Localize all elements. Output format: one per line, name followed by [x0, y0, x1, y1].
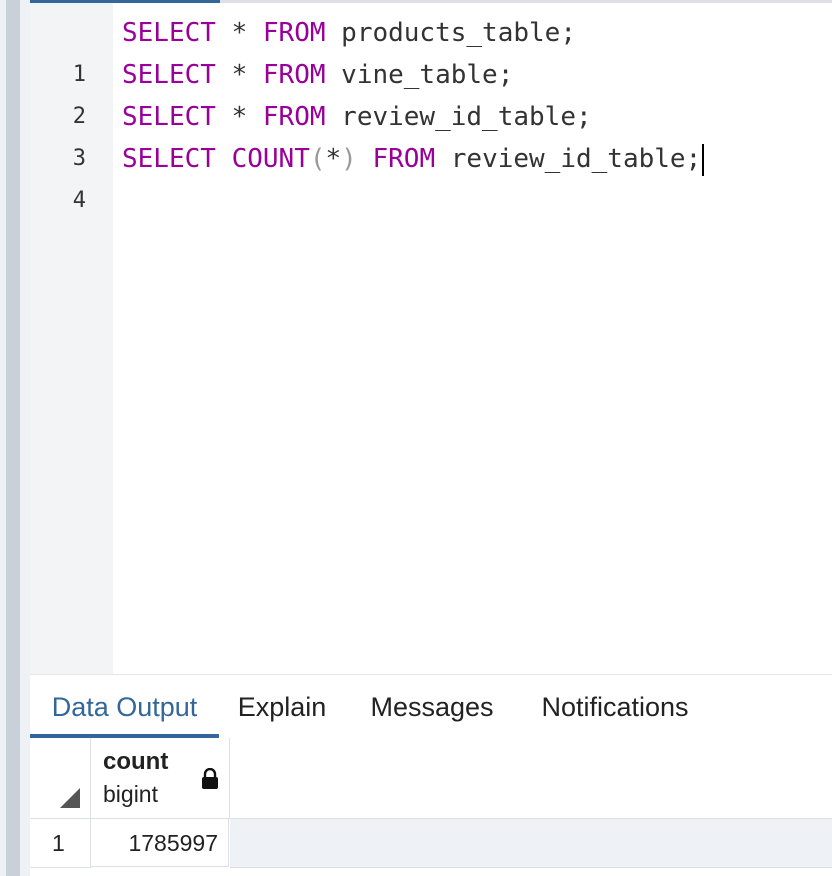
keyword-select: SELECT: [122, 60, 216, 90]
row-number[interactable]: 1: [30, 819, 91, 868]
line-number: 4: [72, 188, 86, 213]
tab-data-output[interactable]: Data Output: [30, 675, 219, 739]
star-operator: *: [325, 144, 342, 174]
left-paren: (: [309, 144, 326, 174]
text-cursor: [702, 143, 705, 176]
keyword-from: FROM: [262, 60, 326, 90]
splitter-handle[interactable]: [6, 0, 20, 876]
sql-editor[interactable]: 1 SELECT * FROM products_table; 2 SELECT…: [30, 3, 832, 674]
keyword-from: FROM: [262, 18, 326, 48]
tab-notifications[interactable]: Notifications: [526, 675, 704, 739]
result-grid: count bigint 1 1785997: [30, 738, 832, 876]
select-all-cell[interactable]: [30, 738, 91, 819]
table-name: vine_table;: [325, 60, 514, 90]
table-name: review_id_table;: [435, 144, 702, 174]
row-filler: [230, 819, 832, 868]
lock-icon: [202, 768, 218, 789]
star-operator: *: [215, 18, 263, 48]
corner-triangle-icon: [60, 788, 80, 808]
code-text: SELECT * FROM review_id_table;: [122, 96, 592, 138]
column-name: count: [103, 748, 169, 775]
star-operator: *: [215, 60, 263, 90]
code-line-1[interactable]: 1 SELECT * FROM products_table;: [30, 12, 832, 87]
code-line-4[interactable]: 4 SELECT COUNT(*) FROM review_id_table;: [30, 138, 832, 213]
header-filler: [230, 738, 832, 819]
left-panel-rail: [0, 0, 30, 876]
rail-strip: [20, 0, 30, 876]
keyword-from: FROM: [262, 102, 326, 132]
column-header-count[interactable]: count bigint: [91, 738, 230, 819]
keyword-select: SELECT: [122, 144, 216, 174]
tab-explain[interactable]: Explain: [224, 675, 340, 739]
right-paren: ): [341, 144, 357, 174]
keyword-from: FROM: [372, 144, 436, 174]
code-line-2[interactable]: 2 SELECT * FROM vine_table;: [30, 54, 832, 129]
output-tabs: Data Output Explain Messages Notificatio…: [30, 674, 832, 739]
column-type: bigint: [103, 781, 158, 807]
code-text: SELECT COUNT(*) FROM review_id_table;: [122, 138, 705, 180]
keyword-select: SELECT: [122, 102, 216, 132]
tab-messages[interactable]: Messages: [357, 675, 507, 739]
function-count: COUNT: [231, 144, 310, 174]
keyword-select: SELECT: [122, 18, 216, 48]
table-name: products_table;: [325, 18, 576, 48]
result-cell[interactable]: 1785997: [91, 819, 229, 867]
table-name: review_id_table;: [325, 102, 592, 132]
code-text: SELECT * FROM products_table;: [122, 12, 576, 54]
star-operator: *: [215, 102, 263, 132]
code-text: SELECT * FROM vine_table;: [122, 54, 513, 96]
code-line-3[interactable]: 3 SELECT * FROM review_id_table;: [30, 96, 832, 171]
